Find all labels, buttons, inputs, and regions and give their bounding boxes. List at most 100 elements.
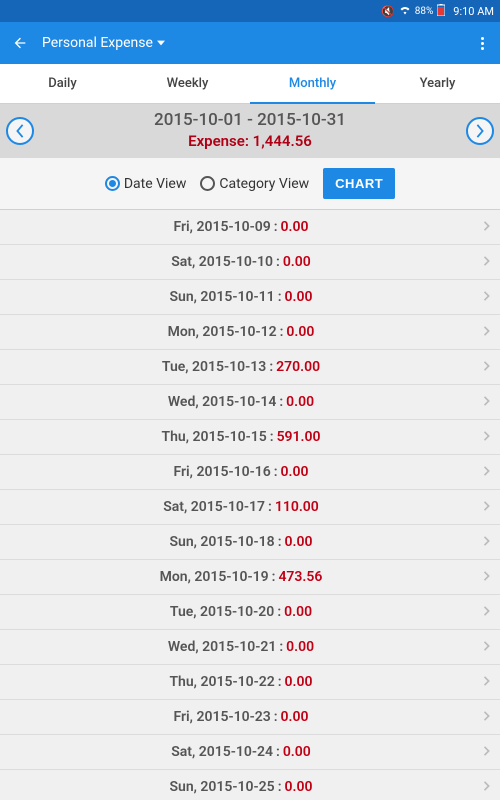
expense-row[interactable]: Sat, 2015-10-17 : 110.00	[0, 490, 500, 525]
row-date: Tue, 2015-10-13	[162, 359, 266, 375]
account-title: Personal Expense	[42, 35, 153, 51]
row-amount: 473.56	[278, 569, 322, 585]
view-controls: Date View Category View CHART	[0, 158, 500, 210]
expense-row[interactable]: Mon, 2015-10-19 : 473.56	[0, 560, 500, 595]
chevron-right-icon	[482, 359, 492, 375]
expense-row[interactable]: Fri, 2015-10-09 : 0.00	[0, 210, 500, 245]
row-date: Sat, 2015-10-17	[163, 499, 265, 515]
radio-checked-icon	[105, 176, 120, 191]
expense-row[interactable]: Fri, 2015-10-16 : 0.00	[0, 455, 500, 490]
expense-row[interactable]: Tue, 2015-10-13 : 270.00	[0, 350, 500, 385]
chevron-right-icon	[482, 569, 492, 585]
expense-row[interactable]: Sat, 2015-10-24 : 0.00	[0, 735, 500, 770]
clock-text: 9:10 AM	[453, 5, 494, 18]
row-amount: 591.00	[277, 429, 321, 445]
chevron-right-icon	[482, 499, 492, 515]
row-date: Fri, 2015-10-16	[173, 464, 270, 480]
row-date: Mon, 2015-10-19	[160, 569, 269, 585]
row-amount: 270.00	[276, 359, 320, 375]
tab-monthly[interactable]: Monthly	[250, 64, 375, 103]
status-bar: 🔇 88% 9:10 AM	[0, 0, 500, 22]
chevron-right-icon	[482, 324, 492, 340]
row-date: Sun, 2015-10-25	[169, 779, 274, 795]
row-sep: :	[269, 569, 279, 585]
chevron-right-icon	[482, 639, 492, 655]
expense-label: Expense:	[188, 132, 249, 150]
row-amount: 0.00	[286, 639, 314, 655]
row-date: Sun, 2015-10-11	[169, 289, 274, 305]
date-view-radio[interactable]: Date View	[105, 176, 187, 192]
row-sep: :	[271, 219, 281, 235]
chevron-right-icon	[482, 219, 492, 235]
expense-row[interactable]: Sun, 2015-10-25 : 0.00	[0, 770, 500, 800]
period-tabs: DailyWeeklyMonthlyYearly	[0, 64, 500, 104]
expense-row[interactable]: Fri, 2015-10-23 : 0.00	[0, 700, 500, 735]
row-date: Fri, 2015-10-23	[173, 709, 270, 725]
row-sep: :	[275, 534, 285, 550]
tab-daily[interactable]: Daily	[0, 64, 125, 103]
row-sep: :	[265, 499, 275, 515]
row-sep: :	[276, 639, 286, 655]
expense-row[interactable]: Wed, 2015-10-21 : 0.00	[0, 630, 500, 665]
category-view-label: Category View	[219, 176, 309, 192]
wifi-icon	[399, 5, 411, 18]
expense-row[interactable]: Thu, 2015-10-22 : 0.00	[0, 665, 500, 700]
row-amount: 0.00	[284, 604, 312, 620]
tab-weekly[interactable]: Weekly	[125, 64, 250, 103]
mute-icon: 🔇	[381, 5, 395, 18]
row-sep: :	[275, 779, 285, 795]
chevron-right-icon	[482, 779, 492, 795]
chart-button[interactable]: CHART	[323, 168, 395, 199]
app-bar: Personal Expense	[0, 22, 500, 64]
row-date: Thu, 2015-10-15	[161, 429, 266, 445]
row-amount: 0.00	[283, 254, 311, 270]
date-view-label: Date View	[124, 176, 187, 192]
chevron-right-icon	[482, 429, 492, 445]
row-amount: 0.00	[285, 674, 313, 690]
row-amount: 0.00	[286, 324, 314, 340]
chevron-right-icon	[482, 674, 492, 690]
caret-down-icon	[157, 35, 165, 51]
row-sep: :	[274, 604, 284, 620]
row-date: Wed, 2015-10-14	[168, 394, 277, 410]
row-amount: 0.00	[283, 744, 311, 760]
battery-icon	[437, 4, 445, 19]
row-amount: 0.00	[281, 709, 309, 725]
row-date: Mon, 2015-10-12	[168, 324, 277, 340]
row-sep: :	[271, 464, 281, 480]
tab-yearly[interactable]: Yearly	[375, 64, 500, 103]
expense-row[interactable]: Wed, 2015-10-14 : 0.00	[0, 385, 500, 420]
category-view-radio[interactable]: Category View	[200, 176, 309, 192]
expense-row[interactable]: Mon, 2015-10-12 : 0.00	[0, 315, 500, 350]
chevron-right-icon	[482, 604, 492, 620]
expense-row[interactable]: Thu, 2015-10-15 : 591.00	[0, 420, 500, 455]
row-sep: :	[273, 744, 283, 760]
expense-row[interactable]: Sun, 2015-10-11 : 0.00	[0, 280, 500, 315]
radio-unchecked-icon	[200, 176, 215, 191]
row-sep: :	[277, 324, 287, 340]
expense-summary: Expense: 1,444.56	[0, 132, 500, 150]
row-sep: :	[273, 254, 283, 270]
row-sep: :	[271, 709, 281, 725]
row-sep: :	[275, 674, 285, 690]
next-period-button[interactable]	[466, 117, 494, 145]
date-range-bar: 2015-10-01 - 2015-10-31 Expense: 1,444.5…	[0, 104, 500, 158]
expense-row[interactable]: Sun, 2015-10-18 : 0.00	[0, 525, 500, 560]
row-date: Thu, 2015-10-22	[169, 674, 274, 690]
row-sep: :	[266, 359, 276, 375]
expense-row[interactable]: Tue, 2015-10-20 : 0.00	[0, 595, 500, 630]
chevron-right-icon	[482, 744, 492, 760]
prev-period-button[interactable]	[6, 117, 34, 145]
row-date: Sat, 2015-10-24	[171, 744, 273, 760]
row-amount: 0.00	[281, 219, 309, 235]
expense-list[interactable]: Fri, 2015-10-09 : 0.00Sat, 2015-10-10 : …	[0, 210, 500, 800]
row-sep: :	[267, 429, 277, 445]
expense-row[interactable]: Sat, 2015-10-10 : 0.00	[0, 245, 500, 280]
account-dropdown[interactable]: Personal Expense	[42, 35, 474, 51]
chevron-right-icon	[482, 254, 492, 270]
row-date: Sat, 2015-10-10	[171, 254, 273, 270]
row-amount: 0.00	[285, 779, 313, 795]
back-button[interactable]	[10, 35, 30, 51]
row-sep: :	[275, 289, 285, 305]
overflow-menu-button[interactable]	[474, 37, 490, 50]
